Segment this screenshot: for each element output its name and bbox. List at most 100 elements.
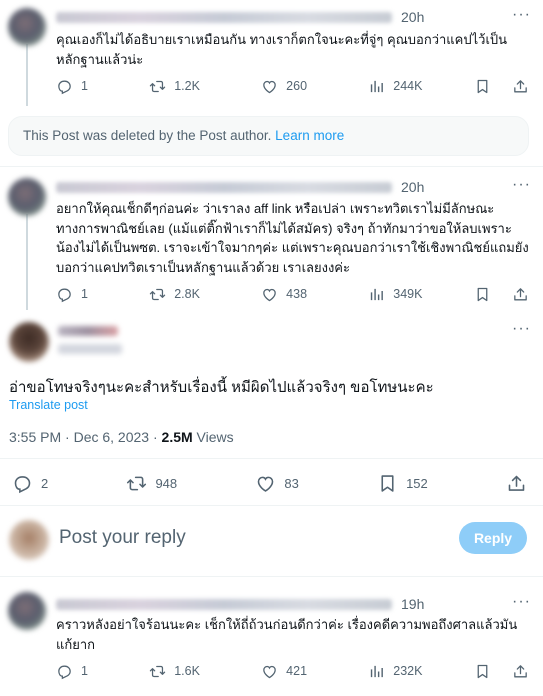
share-button[interactable] xyxy=(506,473,527,494)
learn-more-link[interactable]: Learn more xyxy=(275,128,344,143)
like-icon xyxy=(255,473,276,494)
action-bar: 1 1.2K 260 244K xyxy=(56,76,529,96)
repost-button[interactable]: 1.2K xyxy=(149,78,200,95)
divider xyxy=(0,505,543,506)
reply-input[interactable]: Post your reply xyxy=(59,527,186,549)
divider xyxy=(0,576,543,577)
like-button[interactable]: 83 xyxy=(255,473,299,494)
more-icon[interactable]: ··· xyxy=(512,6,531,24)
bookmark-button[interactable] xyxy=(474,663,491,680)
repost-count: 948 xyxy=(155,475,178,491)
bookmark-count: 152 xyxy=(406,475,428,491)
share-icon xyxy=(512,286,529,303)
main-post-text: อ่าขอโทษจริงๆนะคะสำหรับเรื่องนี้ หมีผิดไ… xyxy=(9,379,434,396)
views-label: Views xyxy=(192,429,234,445)
bookmark-button[interactable]: 152 xyxy=(377,473,428,494)
action-bar: 1 2.8K 438 349K xyxy=(56,284,529,304)
like-count: 438 xyxy=(286,287,308,301)
more-icon[interactable]: ··· xyxy=(512,593,531,611)
post-text: คุณเองก็ไม่ได้อธิบายเราเหมือนกัน ทางเราก… xyxy=(56,32,508,67)
avatar[interactable] xyxy=(8,178,46,216)
bookmark-icon xyxy=(474,78,491,95)
reply-icon xyxy=(56,663,73,680)
like-button[interactable]: 260 xyxy=(261,78,307,95)
share-icon xyxy=(512,78,529,95)
repost-icon xyxy=(126,473,147,494)
share-button[interactable] xyxy=(512,663,529,680)
views-icon xyxy=(368,286,385,303)
avatar[interactable] xyxy=(9,322,49,362)
views-icon xyxy=(368,78,385,95)
more-icon[interactable]: ··· xyxy=(512,320,531,338)
views-button[interactable]: 244K xyxy=(368,78,422,95)
views-button[interactable]: 232K xyxy=(368,663,422,680)
reply-icon xyxy=(56,78,73,95)
reply-icon xyxy=(56,286,73,303)
like-button[interactable]: 438 xyxy=(261,286,307,303)
repost-count: 1.6K xyxy=(174,664,200,678)
post-text: อยากให้คุณเช็กดีๆก่อนค่ะ ว่าเราลง aff li… xyxy=(56,201,529,275)
deleted-post-notice: This Post was deleted by the Post author… xyxy=(8,116,529,156)
repost-count: 2.8K xyxy=(174,287,200,301)
reply-count: 1 xyxy=(81,664,88,678)
reply-count: 1 xyxy=(81,287,88,301)
author-name[interactable] xyxy=(56,595,392,613)
share-icon xyxy=(512,663,529,680)
repost-button[interactable]: 1.6K xyxy=(149,663,200,680)
author-name[interactable] xyxy=(56,8,392,26)
like-count: 83 xyxy=(284,475,299,491)
post-time[interactable]: 19h xyxy=(401,596,424,612)
post-time[interactable]: 20h xyxy=(401,9,424,25)
bookmark-button[interactable] xyxy=(474,78,491,95)
deleted-notice-text: This Post was deleted by the Post author… xyxy=(23,128,272,143)
share-button[interactable] xyxy=(512,78,529,95)
reply-count: 1 xyxy=(81,79,88,93)
like-icon xyxy=(261,286,278,303)
views-count: 232K xyxy=(393,664,423,678)
reply-submit-button[interactable]: Reply xyxy=(459,522,527,554)
author-name[interactable] xyxy=(56,178,392,196)
more-icon[interactable]: ··· xyxy=(512,176,531,194)
main-action-bar: 2 948 83 152 xyxy=(12,472,527,494)
avatar[interactable] xyxy=(8,592,46,630)
views-total: 2.5M xyxy=(161,429,193,445)
reply-button[interactable]: 1 xyxy=(56,663,88,680)
like-icon xyxy=(261,663,278,680)
divider xyxy=(0,166,543,167)
reply-button[interactable]: 1 xyxy=(56,286,88,303)
translate-post-link[interactable]: Translate post xyxy=(9,398,88,412)
views-count: 349K xyxy=(393,287,423,301)
repost-icon xyxy=(149,78,166,95)
share-button[interactable] xyxy=(512,286,529,303)
reply-button[interactable]: 2 xyxy=(12,473,48,494)
repost-icon xyxy=(149,286,166,303)
views-icon xyxy=(368,663,385,680)
repost-count: 1.2K xyxy=(174,79,200,93)
bookmark-icon xyxy=(474,286,491,303)
views-count: 244K xyxy=(393,79,423,93)
reply-button[interactable]: 1 xyxy=(56,78,88,95)
share-icon xyxy=(506,473,527,494)
like-icon xyxy=(261,78,278,95)
repost-button[interactable]: 2.8K xyxy=(149,286,200,303)
views-button[interactable]: 349K xyxy=(368,286,422,303)
author-name[interactable] xyxy=(58,326,118,336)
post-time[interactable]: 20h xyxy=(401,179,424,195)
avatar[interactable] xyxy=(8,8,46,46)
repost-button[interactable]: 948 xyxy=(126,473,177,494)
thread-line xyxy=(26,44,28,106)
post-text: คราวหลังอย่าใจร้อนนะคะ เช็กให้ถี่ถ้วนก่อ… xyxy=(56,617,518,652)
thread-line xyxy=(26,214,28,310)
action-bar: 1 1.6K 421 232K xyxy=(56,661,529,681)
divider xyxy=(0,458,543,459)
bookmark-icon xyxy=(474,663,491,680)
bookmark-button[interactable] xyxy=(474,286,491,303)
avatar[interactable] xyxy=(9,520,49,560)
post-timestamp[interactable]: 3:55 PM · Dec 6, 2023 · xyxy=(9,429,162,445)
like-count: 260 xyxy=(286,79,308,93)
repost-icon xyxy=(149,663,166,680)
author-handle[interactable] xyxy=(58,344,122,354)
post-meta: 3:55 PM · Dec 6, 2023 · 2.5M Views xyxy=(9,429,234,445)
reply-icon xyxy=(12,473,33,494)
like-button[interactable]: 421 xyxy=(261,663,307,680)
